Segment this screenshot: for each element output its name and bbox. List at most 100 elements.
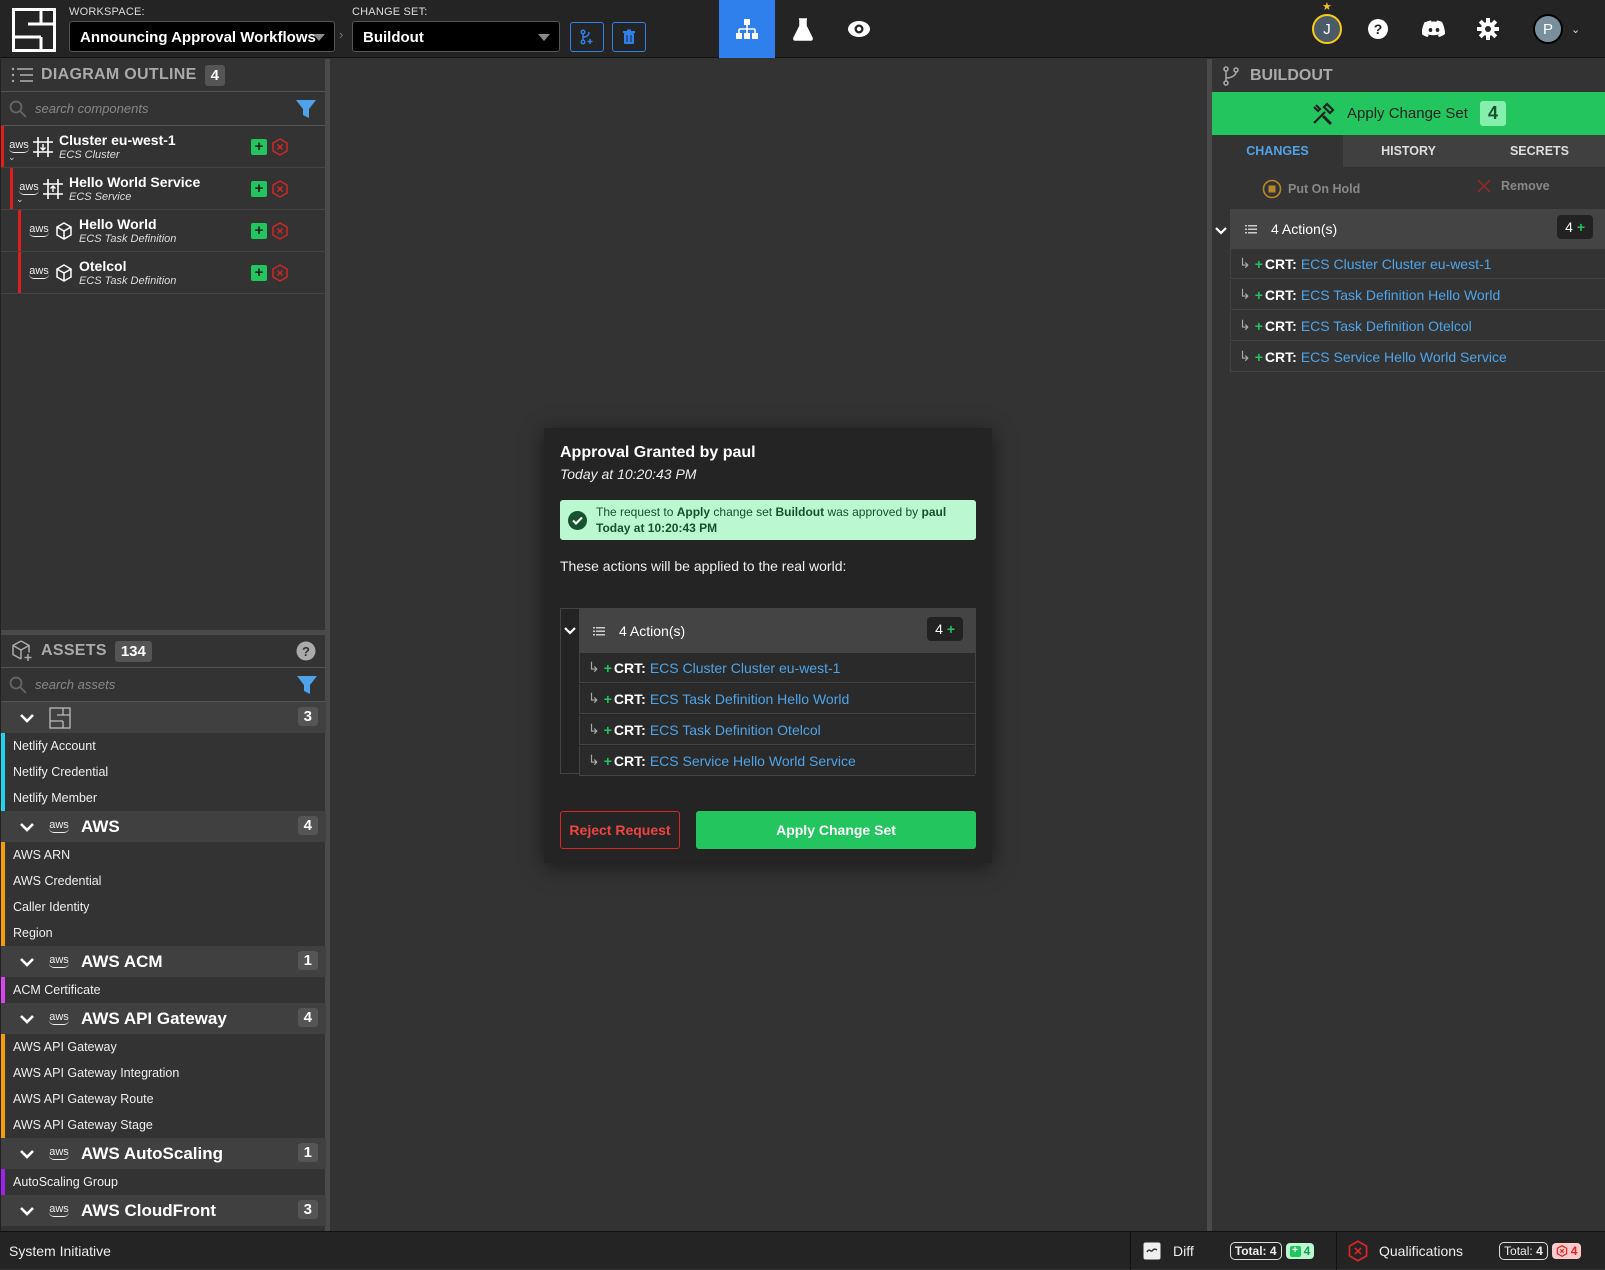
asset-item[interactable]: Region xyxy=(1,920,326,946)
action-row[interactable]: ↳ + CRT: ECS Service Hello World Service xyxy=(1230,342,1605,372)
remove-label: Remove xyxy=(1501,179,1550,193)
chevron-down-icon[interactable] xyxy=(1215,227,1227,235)
asset-group-header[interactable]: aws AWS 4 xyxy=(1,811,326,842)
asset-item[interactable]: AWS API Gateway xyxy=(1,1034,326,1060)
action-target[interactable]: ECS Cluster Cluster eu-west-1 xyxy=(650,660,841,676)
assets-title: ASSETS xyxy=(41,642,107,659)
asset-item[interactable]: Netlify Account xyxy=(1,733,326,759)
outline-item[interactable]: aws Hello World ECS Task Definition + xyxy=(1,210,325,252)
action-target[interactable]: ECS Task Definition Otelcol xyxy=(650,722,821,738)
changeset-title: BUILDOUT xyxy=(1250,66,1333,84)
system-initiative-logo[interactable] xyxy=(12,8,56,52)
tab-history[interactable]: HISTORY xyxy=(1343,135,1474,167)
help-icon[interactable]: ? xyxy=(1367,18,1389,40)
tab-view[interactable] xyxy=(831,0,887,58)
outline-item[interactable]: aws Cluster eu-west-1 ECS Cluster ⌄ + xyxy=(1,126,325,168)
workspace-select[interactable]: Announcing Approval Workflows xyxy=(69,21,335,52)
cube-icon xyxy=(56,221,72,240)
qualification-failed-icon xyxy=(1556,1245,1568,1257)
gear-icon[interactable] xyxy=(1477,18,1499,40)
delete-changeset-button[interactable] xyxy=(612,22,646,52)
asset-item[interactable]: AWS API Gateway Stage xyxy=(1,1112,326,1138)
changeset-value: Buildout xyxy=(363,29,424,46)
qualifications-status[interactable]: Qualifications Total: 4 4 xyxy=(1336,1232,1605,1270)
action-target[interactable]: ECS Task Definition Hello World xyxy=(1301,287,1500,303)
asset-group-header[interactable]: 3 xyxy=(1,702,326,733)
workspace-owner-badge[interactable]: ★ J xyxy=(1312,1,1342,44)
diff-label: Diff xyxy=(1173,1243,1194,1259)
action-kind: CRT: xyxy=(1264,255,1297,272)
component-search[interactable]: search components xyxy=(1,92,325,126)
search-icon xyxy=(9,100,27,118)
asset-search[interactable]: search assets xyxy=(1,668,326,702)
filter-icon[interactable] xyxy=(296,99,316,119)
apply-change-set-bar[interactable]: Apply Change Set 4 xyxy=(1212,92,1605,135)
asset-item[interactable]: AWS API Gateway Integration xyxy=(1,1060,326,1086)
asset-item[interactable]: Netlify Member xyxy=(1,785,326,811)
outline-item[interactable]: aws Hello World Service ECS Service ⌄ + xyxy=(1,168,325,210)
notice-text: was approved by xyxy=(824,505,922,519)
action-row[interactable]: ↳ + CRT: ECS Service Hello World Service xyxy=(579,746,975,776)
action-target[interactable]: ECS Service Hello World Service xyxy=(1301,349,1507,365)
apply-change-set-button[interactable]: Apply Change Set xyxy=(696,811,976,849)
action-target[interactable]: ECS Task Definition Otelcol xyxy=(1301,318,1472,334)
asset-item[interactable]: AWS API Gateway Route xyxy=(1,1086,326,1112)
help-icon[interactable]: ? xyxy=(296,641,316,661)
action-row[interactable]: ↳ + CRT: ECS Task Definition Hello World xyxy=(579,684,975,714)
create-icon: + xyxy=(603,690,612,707)
asset-item[interactable]: ACM Certificate xyxy=(1,977,326,1003)
component-search-input[interactable]: search components xyxy=(35,101,148,116)
chevron-down-icon[interactable] xyxy=(564,627,576,635)
profile-avatar: P xyxy=(1533,14,1563,44)
caret-down-icon xyxy=(313,34,325,41)
user-avatar-j: J xyxy=(1312,14,1342,44)
cube-icon xyxy=(56,263,72,282)
svg-text:?: ? xyxy=(1374,21,1383,37)
asset-search-input[interactable]: search assets xyxy=(35,677,115,692)
git-branch-plus-icon xyxy=(580,29,593,45)
asset-group-header[interactable]: aws AWS CloudFront 3 xyxy=(1,1195,326,1226)
action-row[interactable]: ↳ + CRT: ECS Cluster Cluster eu-west-1 xyxy=(579,653,975,683)
action-target[interactable]: ECS Service Hello World Service xyxy=(650,753,856,769)
asset-item[interactable]: AutoScaling Group xyxy=(1,1169,326,1195)
brand-label: System Initiative xyxy=(9,1242,111,1259)
action-row[interactable]: ↳ + CRT: ECS Task Definition Otelcol xyxy=(579,715,975,745)
chevron-down-icon[interactable]: ⌄ xyxy=(16,194,24,205)
asset-group-header[interactable]: aws AWS API Gateway 4 xyxy=(1,1003,326,1034)
action-target[interactable]: ECS Cluster Cluster eu-west-1 xyxy=(1301,256,1492,272)
create-changeset-button[interactable] xyxy=(570,22,604,52)
qualification-failed-icon xyxy=(272,264,288,282)
asset-item[interactable]: Netlify Credential xyxy=(1,759,326,785)
filter-icon[interactable] xyxy=(297,675,317,695)
actions-count: 4 xyxy=(935,621,943,637)
changeset-select[interactable]: Buildout xyxy=(352,21,560,52)
asset-item[interactable]: Caller Identity xyxy=(1,894,326,920)
tab-changes[interactable]: CHANGES xyxy=(1212,135,1343,167)
row-status: + xyxy=(251,138,289,156)
put-on-hold-button[interactable]: Put On Hold xyxy=(1262,179,1360,199)
aws-logo-icon: aws xyxy=(29,222,49,237)
action-row[interactable]: ↳ + CRT: ECS Task Definition Otelcol xyxy=(1230,311,1605,341)
reject-request-button[interactable]: Reject Request xyxy=(560,811,680,849)
discord-icon[interactable] xyxy=(1422,20,1446,38)
actions-header[interactable]: 4 Action(s) 4 + xyxy=(579,609,975,653)
tab-secrets[interactable]: SECRETS xyxy=(1474,135,1605,167)
asset-group-header[interactable]: aws AWS AutoScaling 1 xyxy=(1,1138,326,1169)
actions-header[interactable]: 4 Action(s) 4 + xyxy=(1230,209,1605,249)
tab-model[interactable] xyxy=(719,0,775,58)
group-count: 3 xyxy=(297,1200,318,1219)
remove-button[interactable]: Remove xyxy=(1477,179,1550,193)
top-right-actions: ★ J ? P ⌄ xyxy=(1312,0,1580,58)
action-row[interactable]: ↳ + CRT: ECS Task Definition Hello World xyxy=(1230,280,1605,310)
action-target[interactable]: ECS Task Definition Hello World xyxy=(650,691,849,707)
action-row[interactable]: ↳ + CRT: ECS Cluster Cluster eu-west-1 xyxy=(1230,249,1605,279)
create-icon: + xyxy=(1254,317,1263,334)
asset-item[interactable]: AWS Credential xyxy=(1,868,326,894)
profile-menu[interactable]: P ⌄ xyxy=(1533,14,1580,44)
outline-item[interactable]: aws Otelcol ECS Task Definition + xyxy=(1,252,325,294)
diff-status[interactable]: Diff Total: 4 +4 xyxy=(1130,1232,1336,1270)
asset-group-header[interactable]: aws AWS ACM 1 xyxy=(1,946,326,977)
asset-item[interactable]: AWS ARN xyxy=(1,842,326,868)
chevron-down-icon[interactable]: ⌄ xyxy=(8,152,16,163)
tab-lab[interactable] xyxy=(775,0,831,58)
